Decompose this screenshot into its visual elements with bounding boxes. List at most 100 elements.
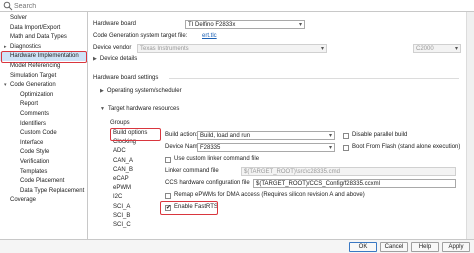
tree-item[interactable]: Verification — [0, 158, 88, 167]
tree-item-label: Model Referencing — [10, 63, 61, 69]
tree-item-label: Comments — [20, 111, 50, 117]
device-details-toggle[interactable]: ▶ Device details — [93, 56, 137, 62]
device-type-value: C2000 — [416, 46, 434, 52]
linker-file-field: $(TARGET_ROOT)\src\c28335.cmd — [241, 167, 456, 176]
tree-item-label: Optimization — [20, 91, 54, 98]
boot-from-flash-checkbox[interactable] — [343, 145, 349, 151]
ccs-config-label: CCS hardware configuration file — [165, 180, 250, 186]
tree-item[interactable]: Solver — [0, 14, 88, 23]
remap-epwm-checkbox[interactable] — [165, 193, 171, 199]
group-item[interactable]: SCI_A — [113, 203, 130, 211]
tree-item[interactable]: Data Import/Export — [0, 24, 88, 33]
group-item[interactable]: I2C — [113, 193, 122, 201]
linker-file-value: $(TARGET_ROOT)\src\c28335.cmd — [244, 169, 340, 175]
tree-item[interactable]: Interface — [0, 139, 88, 148]
build-options-highlight — [110, 128, 161, 141]
tree-item[interactable]: Optimization — [0, 91, 88, 100]
tree-item-label: Coverage — [10, 197, 37, 204]
os-scheduler-label: Operating system/scheduler — [106, 88, 182, 94]
tree-item[interactable]: Model Referencing — [0, 62, 88, 71]
ccs-config-field[interactable]: $(TARGET_ROOT)/CCS_Config/f28335.ccxml — [253, 179, 456, 188]
cancel-button[interactable]: Cancel — [380, 242, 408, 252]
build-action-value: Build, load and run — [200, 133, 251, 139]
tree-item-label: Templates — [20, 168, 48, 175]
tree-item-label: Data Import/Export — [10, 24, 61, 31]
divider — [169, 78, 459, 79]
os-scheduler-toggle[interactable]: ▶ Operating system/scheduler — [100, 88, 182, 94]
triangle-right-icon: ▶ — [93, 56, 97, 62]
ok-button[interactable]: OK — [349, 242, 377, 252]
hardware-board-dropdown[interactable]: TI Delfino F2833x — [185, 20, 305, 29]
tree-item-label: Math and Data Types — [10, 34, 67, 41]
search-input[interactable] — [14, 1, 454, 11]
group-item[interactable]: SCI_C — [113, 221, 131, 229]
apply-button[interactable]: Apply — [442, 242, 470, 252]
settings-panel: Hardware board TI Delfino F2833x Code Ge… — [89, 12, 474, 239]
tree-item[interactable]: Identifiers — [0, 120, 88, 129]
expanded-arrow-icon[interactable]: ▾ — [4, 81, 7, 90]
board-settings-label: Hardware board settings — [93, 75, 159, 81]
tree-item-label: Custom Code — [20, 130, 57, 137]
target-resources-toggle[interactable]: ▼ Target hardware resources — [100, 106, 179, 112]
group-item[interactable]: ePWM — [113, 184, 131, 192]
ccs-config-value: $(TARGET_ROOT)/CCS_Config/f28335.ccxml — [256, 181, 380, 187]
dialog-footer: OK Cancel Help Apply — [0, 239, 474, 253]
build-action-dropdown[interactable]: Build, load and run — [197, 131, 335, 140]
tree-item-label: Code Style — [20, 149, 50, 156]
device-vendor-value: Texas Instruments — [140, 46, 189, 52]
tree-item[interactable]: Comments — [0, 110, 88, 119]
device-vendor-dropdown: Texas Instruments — [137, 44, 327, 53]
device-name-dropdown[interactable]: F28335 — [197, 143, 335, 152]
device-type-dropdown: C2000 — [413, 44, 461, 53]
tree-item-label: Identifiers — [20, 120, 47, 127]
groups-label: Groups — [110, 120, 130, 126]
tree-item[interactable]: Code Placement — [0, 177, 88, 186]
category-tree: Solver Data Import/Export Math and Data Ty… — [0, 12, 88, 239]
group-item[interactable]: ADC — [113, 147, 126, 155]
tree-item[interactable]: Custom Code — [0, 129, 88, 138]
tree-item-label: Solver — [10, 15, 28, 21]
tree-item-label: Data Type Replacement — [20, 187, 85, 194]
tree-item-label: Report — [20, 101, 39, 108]
help-button[interactable]: Help — [411, 242, 439, 252]
tree-item[interactable]: Coverage — [0, 196, 88, 205]
group-item[interactable]: SCI_B — [113, 212, 130, 220]
tree-item[interactable]: ▾ Code Generation — [0, 81, 88, 90]
group-item[interactable]: CAN_A — [113, 157, 133, 165]
search-icon — [3, 1, 13, 11]
codegen-target-link[interactable]: ert.tlc — [202, 33, 217, 39]
boot-from-flash-label: Boot From Flash (stand alone execution) — [352, 144, 461, 150]
hardware-board-value: TI Delfino F2833x — [188, 22, 236, 28]
device-vendor-label: Device vendor — [93, 45, 132, 51]
device-name-label: Device Name — [165, 144, 202, 150]
triangle-down-icon: ▼ — [100, 106, 105, 112]
triangle-right-icon: ▶ — [100, 88, 104, 94]
tree-item[interactable]: Math and Data Types — [0, 33, 88, 42]
group-item[interactable]: eCAP — [113, 175, 129, 183]
tree-item[interactable]: Simulation Target — [0, 72, 88, 81]
tree-item-label: Code Generation — [10, 82, 56, 89]
codegen-target-label: Code Generation system target file: — [93, 33, 188, 39]
disable-parallel-label: Disable parallel build — [352, 132, 408, 138]
vertical-scrollbar[interactable] — [466, 12, 474, 239]
custom-linker-label: Use custom linker command file — [174, 156, 260, 162]
hardware-board-label: Hardware board — [93, 21, 137, 27]
tree-item-label: Verification — [20, 159, 50, 165]
fastrts-highlight — [160, 201, 218, 215]
search-bar — [0, 0, 474, 12]
remap-epwm-label: Remap ePWMs for DMA access (Requires sil… — [174, 192, 365, 198]
tree-item-label: Simulation Target — [10, 72, 57, 79]
tree-item-label: Code Placement — [20, 178, 65, 185]
tree-item[interactable]: Report — [0, 100, 88, 109]
device-details-label: Device details — [99, 56, 138, 62]
custom-linker-checkbox[interactable] — [165, 157, 171, 163]
group-item[interactable]: CAN_B — [113, 166, 133, 174]
target-resources-label: Target hardware resources — [107, 106, 180, 112]
disable-parallel-checkbox[interactable] — [343, 133, 349, 139]
linker-file-label: Linker command file — [165, 168, 219, 174]
device-name-value: F28335 — [200, 145, 221, 151]
tree-item[interactable]: Data Type Replacement — [0, 187, 88, 196]
tree-item[interactable]: Code Style — [0, 148, 88, 157]
tree-item[interactable]: Templates — [0, 168, 88, 177]
build-action-label: Build action: — [165, 132, 198, 138]
